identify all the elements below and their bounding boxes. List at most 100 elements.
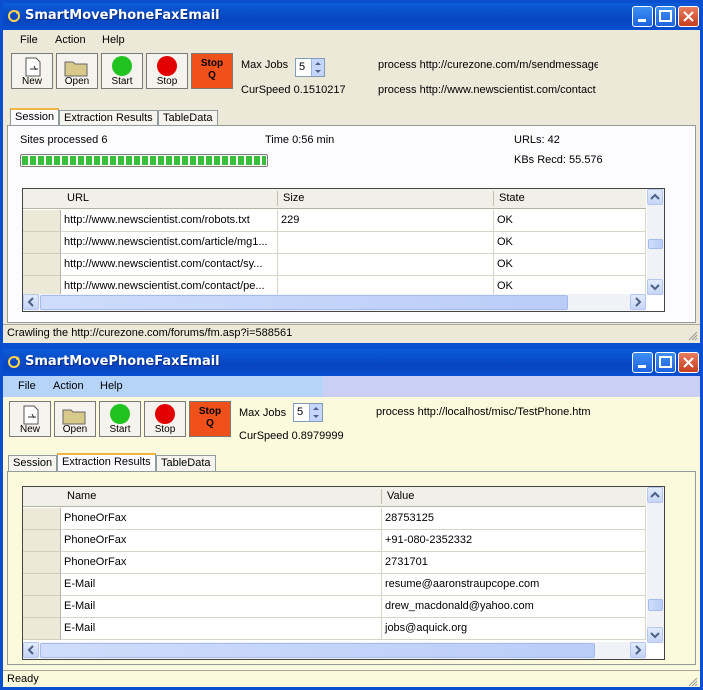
new-button[interactable]: New [9,401,51,437]
open-button[interactable]: Open [54,401,96,437]
row-header[interactable] [23,618,61,640]
table-cell[interactable]: http://www.newscientist.com/robots.txt [61,210,278,232]
tab-extraction-results[interactable]: Extraction Results [57,453,156,472]
table-cell[interactable]: jobs@aquick.org [382,618,646,640]
progress-fill [22,156,266,165]
table-cell[interactable]: PhoneOrFax [61,530,382,552]
resize-grip-icon[interactable] [688,331,698,341]
table-cell[interactable]: 28753125 [382,508,646,530]
table-cell[interactable]: drew_macdonald@yahoo.com [382,596,646,618]
max-jobs-label: Max Jobs [241,59,289,71]
grid-header: Name Value [23,487,646,507]
menu-help[interactable]: Help [100,380,123,392]
minimize-button[interactable] [632,6,653,27]
table-cell[interactable]: PhoneOrFax [61,508,382,530]
close-button[interactable] [678,6,699,27]
header-value[interactable]: Value [387,490,414,502]
vertical-scroll-thumb[interactable] [648,599,663,611]
title-bar[interactable]: SmartMovePhoneFaxEmail [3,3,700,30]
row-header[interactable] [23,508,61,530]
minimize-icon [638,19,646,22]
row-header[interactable] [23,552,61,574]
new-button[interactable]: New [11,53,53,89]
new-button-label: New [21,76,42,87]
table-cell[interactable]: E-Mail [61,618,382,640]
scroll-up-icon[interactable] [647,189,663,205]
sites-processed: Sites processed 6 [20,134,108,146]
stop-button[interactable]: Stop [144,401,186,437]
stop-queue-button[interactable]: Stop Q [189,401,231,437]
tab-session[interactable]: Session [8,455,58,471]
max-jobs-spinner[interactable]: 5 [293,403,323,422]
url-grid-horizontal-scrollbar[interactable] [23,294,646,311]
scroll-right-icon[interactable] [630,294,646,310]
table-cell[interactable]: OK [494,210,646,232]
table-cell[interactable]: E-Mail [61,574,382,596]
menu-file[interactable]: File [18,380,36,392]
header-state[interactable]: State [499,192,525,204]
open-button[interactable]: Open [56,53,98,89]
max-jobs-label: Max Jobs [239,407,287,419]
tab-tabledata[interactable]: TableData [156,455,216,471]
table-cell[interactable] [278,232,494,254]
table-cell[interactable]: +91-080-2352332 [382,530,646,552]
results-grid-vertical-scrollbar[interactable] [647,487,664,643]
menu-help[interactable]: Help [102,34,125,46]
menu-action[interactable]: Action [55,34,86,46]
scroll-up-icon[interactable] [647,487,663,503]
row-header[interactable] [23,254,61,276]
menu-action[interactable]: Action [53,380,84,392]
start-button[interactable]: Start [99,401,141,437]
start-button[interactable]: Start [101,53,143,89]
start-button-label: Start [109,424,131,435]
minimize-button[interactable] [632,352,653,373]
scroll-left-icon[interactable] [23,642,39,658]
stop-queue-button[interactable]: Stop Q [191,53,233,89]
spinner-arrows-icon[interactable] [311,59,324,76]
table-cell[interactable]: http://www.newscientist.com/contact/sy..… [61,254,278,276]
row-header[interactable] [23,530,61,552]
table-cell[interactable] [278,254,494,276]
close-button[interactable] [678,352,699,373]
table-cell[interactable]: PhoneOrFax [61,552,382,574]
url-grid: URL Size State http://www.newscientist.c… [22,188,665,312]
table-cell[interactable]: resume@aaronstraupcope.com [382,574,646,596]
table-cell[interactable]: OK [494,232,646,254]
scroll-down-icon[interactable] [647,627,663,643]
resize-grip-icon[interactable] [688,677,698,687]
horizontal-scroll-thumb[interactable] [40,643,595,658]
url-grid-vertical-scrollbar[interactable] [647,189,664,295]
maximize-button[interactable] [655,352,676,373]
header-name[interactable]: Name [67,490,96,502]
scroll-right-icon[interactable] [630,642,646,658]
table-cell[interactable]: http://www.newscientist.com/article/mg1.… [61,232,278,254]
table-cell[interactable]: 2731701 [382,552,646,574]
folder-open-icon [64,61,88,77]
table-cell[interactable]: OK [494,254,646,276]
table-cell[interactable]: E-Mail [61,596,382,618]
header-size[interactable]: Size [283,192,304,204]
table-cell[interactable]: 229 [278,210,494,232]
new-document-icon [23,405,39,425]
start-button-label: Start [111,76,133,87]
results-grid-horizontal-scrollbar[interactable] [23,642,646,659]
stop-button[interactable]: Stop [146,53,188,89]
tab-tabledata[interactable]: TableData [158,110,218,126]
crawl-progress-bar [20,154,268,167]
vertical-scroll-thumb[interactable] [648,239,663,249]
header-url[interactable]: URL [67,192,89,204]
tab-extraction-results[interactable]: Extraction Results [59,110,158,126]
title-bar[interactable]: SmartMovePhoneFaxEmail [3,349,700,376]
row-header[interactable] [23,574,61,596]
row-header[interactable] [23,232,61,254]
spinner-arrows-icon[interactable] [309,404,322,421]
scroll-down-icon[interactable] [647,279,663,295]
maximize-button[interactable] [655,6,676,27]
menu-file[interactable]: File [20,34,38,46]
row-header[interactable] [23,210,61,232]
row-header[interactable] [23,596,61,618]
scroll-left-icon[interactable] [23,294,39,310]
horizontal-scroll-thumb[interactable] [40,295,568,310]
stop-button-label: Stop [154,424,176,435]
max-jobs-spinner[interactable]: 5 [295,58,325,77]
